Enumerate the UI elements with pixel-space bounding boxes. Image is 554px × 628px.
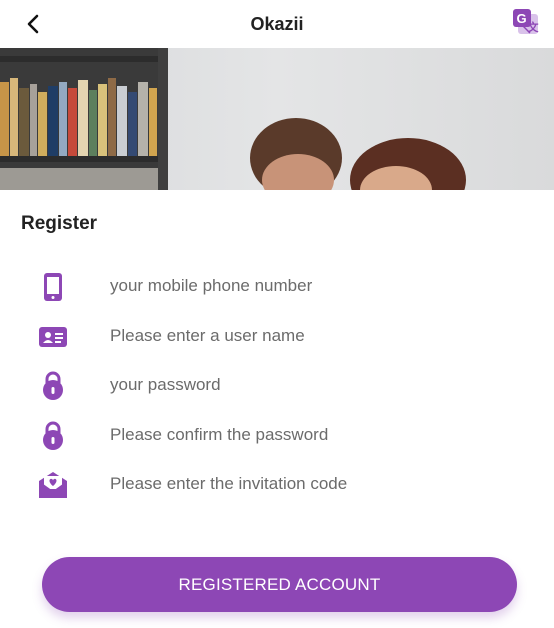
banner-image xyxy=(0,48,554,190)
username-input[interactable] xyxy=(110,316,520,356)
password-field-row[interactable] xyxy=(0,365,554,405)
svg-text:G: G xyxy=(517,11,527,26)
lock-icon xyxy=(36,419,70,453)
register-title: Register xyxy=(21,213,98,234)
envelope-heart-icon xyxy=(36,468,70,502)
phone-field-row[interactable] xyxy=(0,266,554,306)
back-button[interactable] xyxy=(20,10,46,38)
translate-button[interactable]: 文 G xyxy=(512,8,540,36)
confirm-password-field-row[interactable] xyxy=(0,415,554,455)
password-input[interactable] xyxy=(110,365,520,405)
google-translate-icon: 文 G xyxy=(513,9,540,34)
smartphone-icon xyxy=(36,270,70,304)
id-card-icon xyxy=(36,320,70,354)
page-title: Okazii xyxy=(250,13,304,34)
phone-input[interactable] xyxy=(110,266,520,306)
invitation-code-field-row[interactable] xyxy=(0,464,554,504)
username-field-row[interactable] xyxy=(0,316,554,356)
invitation-code-input[interactable] xyxy=(110,464,520,504)
confirm-password-input[interactable] xyxy=(110,415,520,455)
app-header: Okazii 文 G xyxy=(0,0,554,48)
register-button[interactable]: REGISTERED ACCOUNT xyxy=(42,557,517,612)
chevron-left-icon xyxy=(27,14,39,34)
lock-icon xyxy=(36,369,70,403)
